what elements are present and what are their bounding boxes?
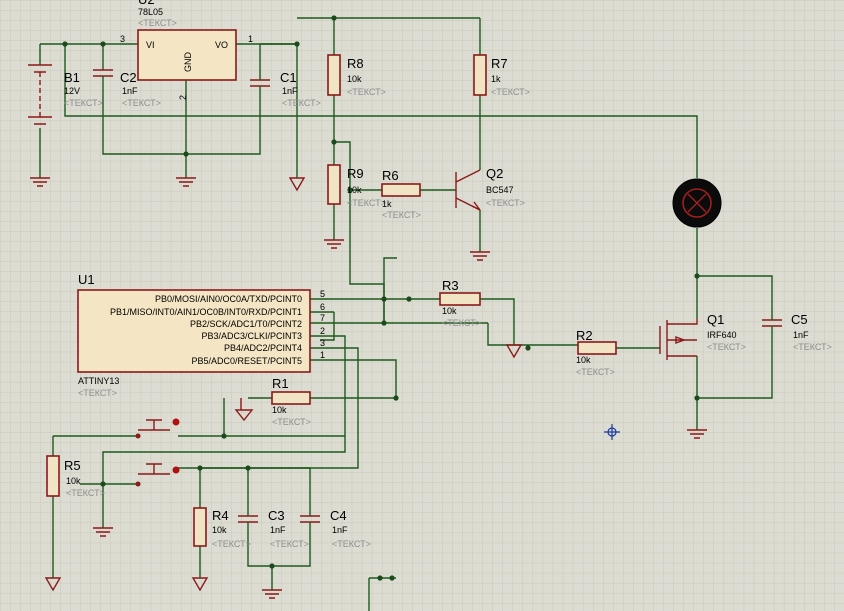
mcu-pin-number: 6 — [320, 302, 325, 312]
regulator-pin1: 1 — [248, 34, 253, 44]
c1-text-placeholder: <ТЕКСТ> — [282, 98, 321, 108]
r1-ref: R1 — [272, 376, 289, 391]
r3-ref: R3 — [442, 278, 459, 293]
regulator-text-placeholder: <ТЕКСТ> — [138, 18, 177, 28]
c2-text-placeholder: <ТЕКСТ> — [122, 98, 161, 108]
c4-text-placeholder: <ТЕКСТ> — [332, 539, 371, 549]
r5-text-placeholder: <ТЕКСТ> — [66, 488, 105, 498]
motor[interactable] — [672, 178, 722, 228]
r8-ref: R8 — [347, 56, 364, 71]
r7-ref: R7 — [491, 56, 508, 71]
c4-ref: C4 — [330, 508, 347, 523]
c5-text-placeholder: <ТЕКСТ> — [793, 342, 832, 352]
mcu-text-placeholder: <ТЕКСТ> — [78, 388, 117, 398]
mcu-pin-number: 1 — [320, 350, 325, 360]
battery-text-placeholder: <ТЕКСТ> — [64, 98, 103, 108]
r1-text-placeholder: <ТЕКСТ> — [272, 417, 311, 427]
mcu-part: ATTINY13 — [78, 376, 119, 386]
c2-value: 1nF — [122, 86, 138, 96]
r3-value: 10k — [442, 306, 457, 316]
r6-ref: R6 — [382, 168, 399, 183]
r5-ref: R5 — [64, 458, 81, 473]
mcu-pin-number: 5 — [320, 289, 325, 299]
regulator-pin3: 3 — [120, 34, 125, 44]
c3-text-placeholder: <ТЕКСТ> — [270, 539, 309, 549]
q2-value: BC547 — [486, 185, 514, 195]
r1-value: 10k — [272, 405, 287, 415]
c5-ref: C5 — [791, 312, 808, 327]
q1-value: IRF640 — [707, 330, 737, 340]
r8-value: 10k — [347, 74, 362, 84]
mcu-pin-label: PB4/ADC2/PCINT4 — [224, 343, 302, 353]
c3-value: 1nF — [270, 525, 286, 535]
r2-text-placeholder: <ТЕКСТ> — [576, 367, 615, 377]
q2-ref: Q2 — [486, 166, 503, 181]
mcu-ref: U1 — [78, 272, 95, 287]
c1-ref: C1 — [280, 70, 297, 85]
r3-text-placeholder: <ТЕКСТ> — [442, 318, 481, 328]
schematic-canvas[interactable]: B1 12V <ТЕКСТ> C2 1nF <ТЕКСТ> U2 78L05 <… — [0, 0, 844, 611]
motor-icon — [672, 178, 722, 228]
r2-ref: R2 — [576, 328, 593, 343]
r8-text-placeholder: <ТЕКСТ> — [347, 87, 386, 97]
q2-text-placeholder: <ТЕКСТ> — [486, 198, 525, 208]
battery-value: 12V — [64, 86, 80, 96]
mcu-pin-number: 3 — [320, 338, 325, 348]
mcu-pin-label: PB0/MOSI/AIN0/OC0A/TXD/PCINT0 — [155, 294, 302, 304]
q1-text-placeholder: <ТЕКСТ> — [707, 342, 746, 352]
regulator-value: 78L05 — [138, 7, 163, 17]
regulator-ref: U2 — [138, 0, 155, 7]
r9-value: 10k — [347, 185, 362, 195]
regulator-pin2: 2 — [178, 95, 188, 100]
r6-value: 1k — [382, 199, 392, 209]
r7-text-placeholder: <ТЕКСТ> — [491, 87, 530, 97]
r2-value: 10k — [576, 355, 591, 365]
r6-text-placeholder: <ТЕКСТ> — [382, 210, 421, 220]
mcu-pin-number: 2 — [320, 326, 325, 336]
q1-ref: Q1 — [707, 312, 724, 327]
r4-ref: R4 — [212, 508, 229, 523]
mcu-pin-label: PB1/MISO/INT0/AIN1/OC0B/INT0/RXD/PCINT1 — [110, 307, 302, 317]
battery-ref: B1 — [64, 70, 80, 85]
c1-value: 1nF — [282, 86, 298, 96]
c5-value: 1nF — [793, 330, 809, 340]
regulator-gnd-label: GND — [183, 52, 193, 73]
c3-ref: C3 — [268, 508, 285, 523]
mcu-pin-label: PB3/ADC3/CLKI/PCINT3 — [201, 331, 302, 341]
mcu-pin-number: 7 — [320, 313, 325, 323]
regulator-vo-label: VO — [215, 40, 228, 50]
mcu-pin-label: PB5/ADC0/RESET/PCINT5 — [191, 356, 302, 366]
c2-ref: C2 — [120, 70, 137, 85]
c4-value: 1nF — [332, 525, 348, 535]
r4-value: 10k — [212, 525, 227, 535]
regulator-vi-label: VI — [146, 40, 155, 50]
mcu-pin-label: PB2/SCK/ADC1/T0/PCINT2 — [190, 319, 302, 329]
r4-text-placeholder: <ТЕКСТ> — [212, 539, 251, 549]
r9-ref: R9 — [347, 166, 364, 181]
r5-value: 10k — [66, 476, 81, 486]
r9-text-placeholder: <ТЕКСТ> — [347, 198, 386, 208]
r7-value: 1k — [491, 74, 501, 84]
